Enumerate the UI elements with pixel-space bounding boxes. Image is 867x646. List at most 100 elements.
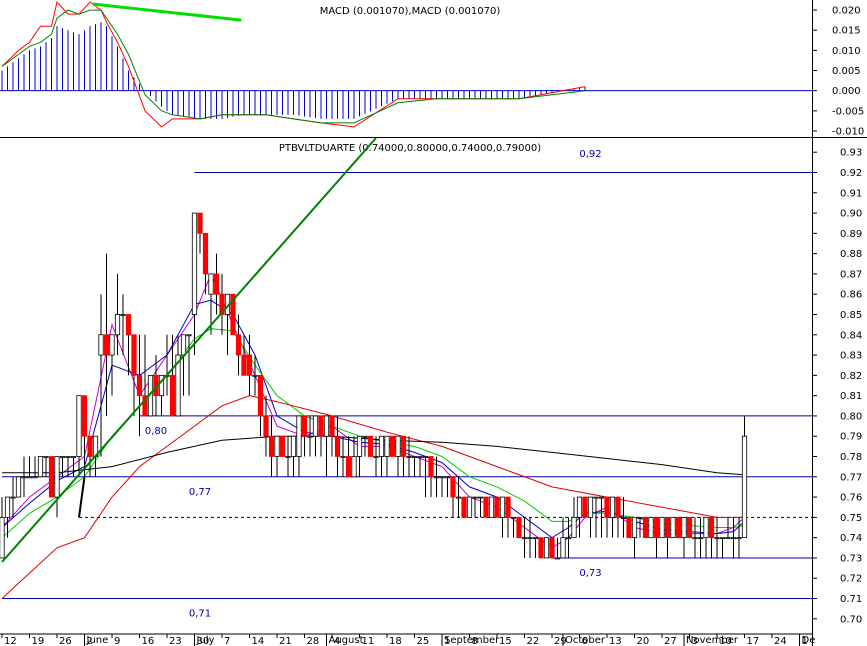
price-y-axis: 0.93 0.92 0.91 0.90 0.89 0.88 0.87 0.86 0.85 0.84… — [812, 148, 862, 625]
level-label: 0,71 — [189, 609, 211, 620]
candle-body — [675, 516, 682, 539]
candle-body — [406, 456, 412, 458]
date-tick-label: 12 — [4, 636, 17, 646]
candle-body — [626, 516, 632, 539]
candle — [719, 537, 726, 558]
candle-body — [268, 435, 275, 457]
price-y-tick-label: 0.80 — [840, 411, 862, 422]
candle — [692, 517, 698, 558]
candle-body — [499, 496, 506, 518]
candle-body — [59, 456, 66, 458]
candle-body — [334, 435, 341, 457]
candle — [637, 516, 643, 538]
candle — [697, 517, 704, 558]
month-label: September — [444, 635, 500, 646]
macd-panel: MACD (0.001070),MACD (0.001070) 0.020 0.0… — [0, 0, 864, 137]
candle-body — [730, 537, 737, 540]
candle — [323, 415, 330, 477]
candle-body — [345, 456, 352, 478]
candle-body — [670, 516, 676, 539]
candle-body — [510, 516, 517, 519]
candle — [334, 415, 341, 477]
date-tick-label: 27 — [664, 636, 677, 646]
candle — [235, 314, 242, 376]
candle-body — [741, 435, 748, 539]
price-y-tick-label: 0.81 — [840, 391, 862, 402]
candle — [461, 496, 467, 518]
candle — [257, 374, 264, 437]
candle — [604, 496, 610, 538]
candle — [538, 537, 544, 559]
candle-body — [191, 212, 198, 315]
candle — [268, 415, 275, 477]
candle — [98, 294, 104, 457]
candle — [351, 436, 357, 478]
candle-body — [659, 516, 665, 539]
candle — [516, 516, 522, 539]
candle-body — [505, 496, 511, 518]
candle-body — [417, 456, 423, 458]
candle — [356, 435, 363, 477]
level-label: 0,80 — [145, 426, 167, 437]
candle — [664, 516, 671, 558]
candle-body — [202, 232, 209, 275]
candle-body — [620, 516, 627, 519]
candle — [43, 456, 49, 477]
candle — [532, 537, 539, 558]
candle-body — [477, 496, 484, 499]
candle — [494, 496, 500, 518]
level-label: 0,73 — [579, 568, 601, 579]
candle-body — [362, 435, 368, 438]
candle-body — [32, 476, 38, 479]
candle — [131, 334, 137, 416]
price-title: PTBVLTDUARTE (0.74000,0.80000,0.74000,0.… — [279, 143, 541, 154]
candle-body — [681, 516, 687, 539]
candle — [554, 537, 561, 560]
candle-body — [0, 516, 5, 559]
candle-body — [708, 516, 715, 539]
price-y-tick-label: 0.75 — [840, 513, 862, 524]
macd-y-tick-label: 0.000 — [832, 86, 861, 97]
candle — [626, 516, 632, 539]
candle-body — [21, 476, 27, 479]
price-y-tick-label: 0.93 — [840, 148, 862, 159]
candle — [466, 496, 473, 518]
candle-body — [422, 456, 429, 458]
candle-body — [703, 516, 709, 539]
candle-body — [252, 374, 258, 377]
candle-body — [169, 374, 176, 417]
price-y-tick-label: 0.72 — [840, 574, 862, 585]
candle — [543, 537, 550, 559]
month-label: July — [196, 635, 215, 646]
candle — [505, 496, 511, 538]
candle — [367, 435, 374, 457]
candle-body — [565, 537, 572, 540]
candle-body — [70, 456, 77, 458]
candle — [180, 334, 187, 396]
candle — [642, 516, 649, 539]
candle-body — [351, 456, 357, 478]
candle-body — [664, 516, 671, 539]
candle-body — [367, 435, 374, 457]
candle — [703, 516, 709, 558]
candle-body — [488, 496, 495, 518]
candle — [428, 456, 434, 498]
candle — [433, 456, 440, 498]
ma-fast-line — [1, 272, 745, 549]
date-tick-label: 21 — [279, 636, 292, 646]
candle-body — [571, 516, 577, 539]
candle — [197, 212, 203, 254]
candle — [81, 395, 88, 477]
candle — [241, 334, 247, 376]
price-y-tick-label: 0.92 — [840, 168, 862, 179]
candle — [252, 355, 258, 396]
candle-body — [87, 435, 93, 457]
date-tick-label: 26 — [59, 636, 72, 646]
candle-body — [180, 334, 187, 356]
date-tick-label: 15 — [499, 636, 512, 646]
candle — [37, 456, 44, 478]
price-y-tick-label: 0.84 — [840, 330, 862, 341]
candle — [395, 435, 401, 477]
candle-body — [472, 496, 478, 499]
candle — [582, 496, 588, 518]
